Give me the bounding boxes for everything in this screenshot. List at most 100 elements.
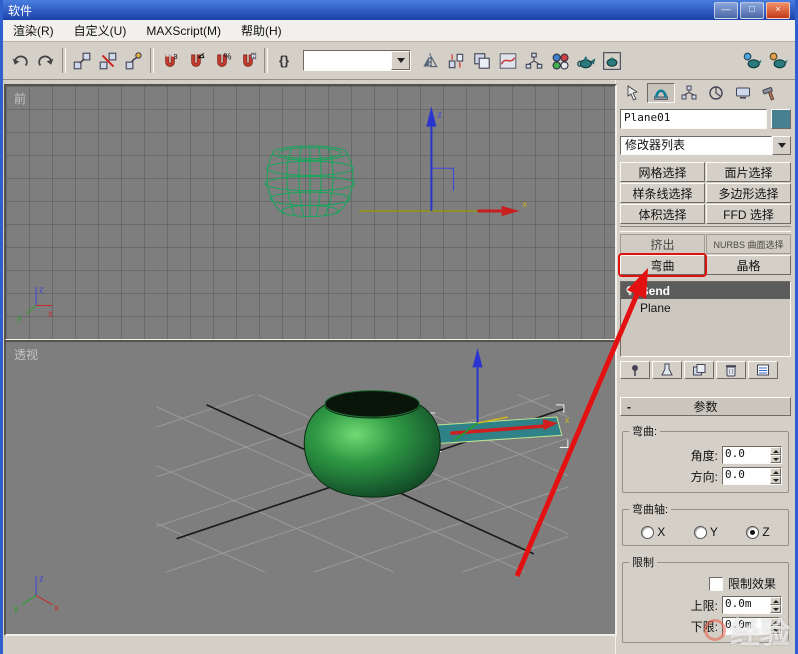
snap-toggle-icon[interactable]: 3	[157, 47, 183, 74]
modifier-stack: Bend Plane	[620, 281, 791, 357]
menu-customize[interactable]: 自定义(U)	[64, 20, 137, 41]
direction-input[interactable]: 0.0	[722, 467, 782, 485]
tab-create[interactable]	[620, 83, 646, 103]
perspective-axis-tripod: z x y	[14, 573, 59, 613]
axis-x-radio[interactable]: X	[641, 525, 665, 539]
mesh-select-button[interactable]: 网格选择	[620, 162, 705, 182]
nurbs-surface-select-button[interactable]: NURBS 曲面选择	[706, 234, 791, 254]
modifier-list-value: 修改器列表	[620, 136, 772, 155]
minimize-button[interactable]: —	[714, 1, 738, 19]
main-area: x z z x y 前 x z x y 透视 Plane01 修改器列表 网格选…	[3, 80, 795, 654]
tab-motion[interactable]	[703, 83, 729, 103]
lower-limit-spinner[interactable]	[770, 618, 781, 634]
upper-limit-spinner[interactable]	[770, 597, 781, 613]
undo-icon[interactable]	[7, 47, 33, 74]
pin-stack-icon[interactable]	[620, 361, 650, 379]
modifier-button-grid: 网格选择 面片选择 样条线选择 多边形选择 体积选择 FFD 选择 挤出 NUR…	[620, 162, 791, 275]
viewport-front-label[interactable]: 前	[14, 90, 26, 107]
gizmo-plane-handle[interactable]	[431, 167, 454, 191]
limit-effect-checkbox[interactable]	[708, 576, 723, 591]
axis-y-radio[interactable]: Y	[693, 525, 718, 539]
named-selection-sets-dropdown[interactable]	[303, 50, 411, 71]
close-button[interactable]: ×	[766, 1, 790, 19]
rollout-collapse-icon[interactable]: -	[621, 400, 637, 414]
upper-limit-input[interactable]: 0.0m	[722, 596, 782, 614]
upper-limit-row: 上限: 0.0m	[629, 596, 782, 614]
object-color-swatch[interactable]	[771, 109, 791, 129]
volume-select-button[interactable]: 体积选择	[620, 204, 705, 224]
dropdown-arrow-icon[interactable]	[391, 51, 410, 70]
tab-utilities[interactable]	[757, 83, 783, 103]
angle-input[interactable]: 0.0	[722, 446, 782, 464]
shaded-pot[interactable]	[303, 390, 441, 498]
bulb-icon	[626, 285, 634, 295]
unlink-selection-icon[interactable]	[95, 47, 121, 74]
angle-snap-icon[interactable]	[183, 47, 209, 74]
menu-help[interactable]: 帮助(H)	[231, 20, 292, 41]
main-toolbar: 3 % {}	[3, 42, 795, 80]
render-setup-icon[interactable]	[573, 47, 599, 74]
svg-text:3: 3	[173, 51, 177, 60]
bind-to-space-warp-icon[interactable]	[121, 47, 147, 74]
gizmo-x-arrow[interactable]	[501, 205, 520, 217]
angle-spinner[interactable]	[770, 447, 781, 463]
front-axis-tripod: z x y	[17, 284, 53, 323]
direction-spinner[interactable]	[770, 468, 781, 484]
redo-icon[interactable]	[33, 47, 59, 74]
command-panel: Plane01 修改器列表 网格选择 面片选择 样条线选择 多边形选择 体积选择…	[615, 80, 795, 654]
rendered-frame-window-icon[interactable]	[599, 47, 625, 74]
svg-text:x: x	[54, 603, 59, 613]
percent-snap-icon[interactable]: %	[209, 47, 235, 74]
dropdown-arrow-icon[interactable]	[772, 136, 791, 155]
bend-button[interactable]: 弯曲	[620, 255, 705, 275]
viewport-perspective[interactable]: x z x y 透视	[4, 340, 617, 636]
bend-group-label: 弯曲:	[632, 426, 658, 438]
menubar: 渲染(R) 自定义(U) MAXScript(M) 帮助(H)	[3, 20, 795, 42]
render-production-icon[interactable]	[765, 47, 791, 74]
select-and-link-icon[interactable]	[69, 47, 95, 74]
curve-editor-icon[interactable]	[495, 47, 521, 74]
lower-limit-input[interactable]: 0.0m	[722, 617, 782, 635]
svg-text:y: y	[14, 604, 19, 614]
patch-select-button[interactable]: 面片选择	[706, 162, 791, 182]
mirror-icon[interactable]	[417, 47, 443, 74]
tab-display[interactable]	[730, 83, 756, 103]
spinner-snap-icon[interactable]	[235, 47, 261, 74]
limit-effect-row: 限制效果	[627, 575, 776, 592]
align-icon[interactable]	[443, 47, 469, 74]
extrude-button[interactable]: 挤出	[620, 234, 705, 254]
wireframe-pot[interactable]	[264, 145, 356, 218]
tab-modify[interactable]	[647, 83, 675, 103]
layer-manager-icon[interactable]	[469, 47, 495, 74]
object-name-row: Plane01	[620, 109, 791, 129]
configure-modifier-sets-icon[interactable]	[748, 361, 778, 379]
object-name-input[interactable]: Plane01	[620, 109, 767, 129]
viewport-perspective-label[interactable]: 透视	[14, 346, 38, 363]
menu-rendering[interactable]: 渲染(R)	[3, 20, 64, 41]
quick-render-icon[interactable]	[739, 47, 765, 74]
svg-text:y: y	[17, 313, 22, 323]
menu-maxscript[interactable]: MAXScript(M)	[136, 22, 231, 40]
lattice-button[interactable]: 晶格	[706, 255, 791, 275]
parameters-rollout-header[interactable]: - 参数	[620, 397, 791, 416]
ffd-select-button[interactable]: FFD 选择	[706, 204, 791, 224]
stack-item-bend[interactable]: Bend	[621, 282, 790, 299]
modifier-list-dropdown[interactable]: 修改器列表	[620, 136, 791, 155]
spline-select-button[interactable]: 样条线选择	[620, 183, 705, 203]
gizmo-z-arrow[interactable]	[426, 106, 437, 127]
toolbar-separator	[264, 48, 268, 73]
material-editor-icon[interactable]	[547, 47, 573, 74]
axis-z-radio[interactable]: Z	[746, 525, 770, 539]
tab-hierarchy[interactable]	[676, 83, 702, 103]
show-end-result-icon[interactable]	[652, 361, 682, 379]
limit-effect-label: 限制效果	[727, 577, 776, 591]
viewport-front[interactable]: x z z x y 前	[4, 84, 617, 341]
remove-modifier-icon[interactable]	[716, 361, 746, 379]
schematic-view-icon[interactable]	[521, 47, 547, 74]
poly-select-button[interactable]: 多边形选择	[706, 183, 791, 203]
make-unique-icon[interactable]	[684, 361, 714, 379]
named-selection-value	[304, 51, 391, 70]
stack-item-plane[interactable]: Plane	[621, 299, 790, 316]
edit-named-selection-sets-icon[interactable]: {}	[271, 47, 297, 74]
maximize-button[interactable]: □	[740, 1, 764, 19]
